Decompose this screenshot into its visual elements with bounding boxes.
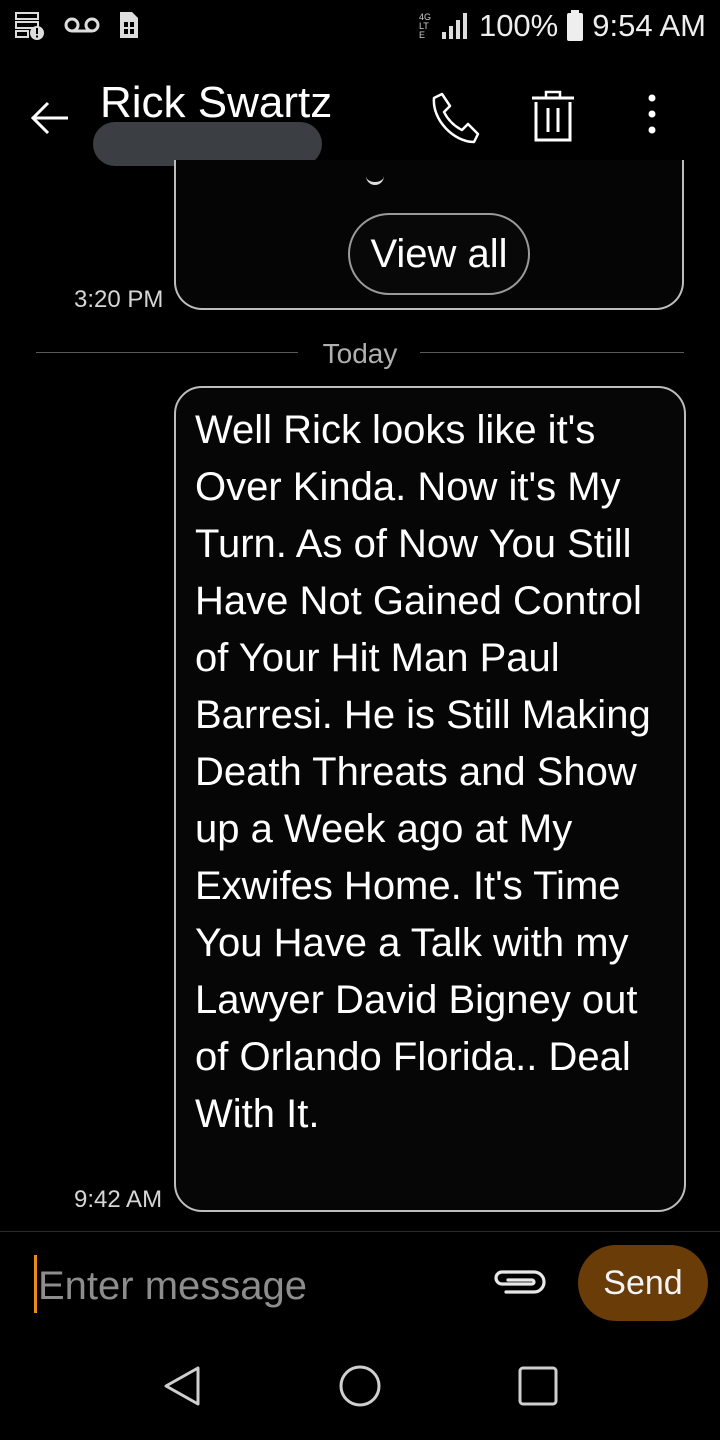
battery-icon: [566, 10, 584, 42]
clock: 9:54 AM: [592, 8, 706, 43]
contact-name: Rick Swartz: [100, 78, 333, 127]
back-arrow-icon[interactable]: [28, 96, 72, 140]
attachment-icon[interactable]: [488, 1262, 550, 1302]
message-text: Well Rick looks like it's Over Kinda. No…: [195, 408, 651, 1136]
signal-icon: [441, 12, 471, 40]
more-vert-icon[interactable]: [626, 90, 682, 146]
message-bubble[interactable]: Well Rick looks like it's Over Kinda. No…: [174, 386, 686, 1212]
view-all-button[interactable]: View all: [348, 213, 530, 295]
voicemail-icon: [64, 15, 100, 40]
message-input[interactable]: [38, 1258, 468, 1314]
network-type: 4G LTE: [418, 11, 431, 40]
nav-back-icon[interactable]: [160, 1362, 208, 1410]
date-divider-line-left: [36, 352, 298, 353]
status-bar: 4G LTE 100% 9:54 AM: [0, 0, 720, 56]
date-divider: Today: [322, 338, 398, 369]
composer-divider: [0, 1231, 720, 1232]
message-time: 9:42 AM: [74, 1186, 163, 1213]
phone-icon[interactable]: [424, 90, 480, 146]
date-divider-line-right: [420, 352, 684, 353]
sim-card-icon: [118, 10, 140, 45]
nav-recents-icon[interactable]: [514, 1362, 562, 1410]
server-alert-icon: [14, 10, 46, 45]
text-cursor: [34, 1255, 37, 1313]
navigation-bar: [0, 1340, 720, 1440]
nav-home-icon[interactable]: [336, 1362, 384, 1410]
send-button[interactable]: Send: [578, 1245, 708, 1321]
previous-message-time: 3:20 PM: [74, 286, 164, 313]
trash-icon[interactable]: [526, 90, 582, 146]
battery-percent: 100%: [478, 8, 559, 43]
